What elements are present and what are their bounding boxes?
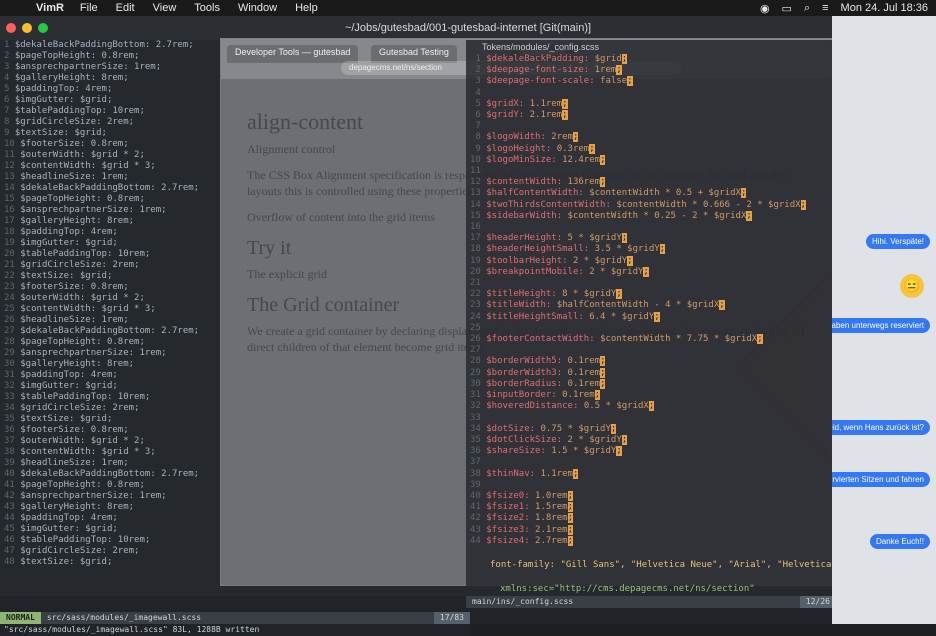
chat-window: 😑 Hihi. Verspäte! Und ja, wir haben unter… — [832, 16, 936, 624]
code-line: 33 — [470, 412, 487, 423]
code-line: 27 — [470, 345, 487, 356]
menu-file[interactable]: File — [80, 2, 98, 14]
code-line: 25 — [470, 322, 487, 333]
code-line: 11 — [470, 166, 487, 177]
chat-message[interactable]: Und ja, wir haben unterwegs reserviert — [832, 318, 930, 333]
vim-position: 17/83 — [433, 612, 470, 624]
chat-message[interactable]: Hihi. Verspäte! — [865, 234, 930, 249]
window-title: ~/Jobs/gutesbad/001-gutesbad-internet [G… — [344, 22, 592, 34]
menu-help[interactable]: Help — [295, 2, 318, 14]
code-line: 40 $fsize0: 1.0rem; — [470, 490, 573, 501]
code-area[interactable]: 1 $dekaleBackPadding: $grid; 2 $deepage-… — [466, 54, 836, 547]
code-line: 37 — [470, 457, 487, 468]
code-line: 16 — [470, 222, 487, 233]
zoom-button[interactable] — [38, 23, 48, 33]
vim-statusline-right: main/ins/_config.scss 12/26 — [466, 596, 836, 608]
wifi-icon[interactable]: ◉ — [760, 2, 770, 15]
menu-bar: VimR File Edit View Tools Window Help ◉ … — [0, 0, 936, 16]
status-area: ◉ ▭ ⌕ ≡ Mon 24. Jul 18:36 — [760, 2, 928, 15]
code-line: 19 $toolbarHeight: 2 * $gridY; — [470, 255, 633, 266]
search-icon[interactable]: ⌕ — [804, 2, 810, 15]
code-line: 5 $gridX: 1.1rem; — [470, 98, 568, 109]
code-line: 1 $dekaleBackPadding: $grid; — [470, 54, 628, 64]
code-line: 13 $halfContentWidth: $contentWidth * 0.… — [470, 188, 747, 199]
code-line: 17 $headerHeight: 5 * $gridY; — [470, 233, 628, 244]
vim-position: 12/26 — [799, 596, 836, 608]
code-line: 29 $borderWidth3: 0.1rem; — [470, 367, 606, 378]
code-line: 15 $sidebarWidth: $contentWidth * 0.25 -… — [470, 210, 752, 221]
code-line: 4 — [470, 87, 487, 98]
code-line: 42 $fsize2: 1.8rem; — [470, 513, 573, 524]
control-center-icon[interactable]: ≡ — [822, 2, 828, 14]
emoji-icon: 😑 — [900, 274, 924, 298]
code-line: 18 $headerHeightSmall: 3.5 * $gridY; — [470, 244, 666, 255]
code-line: 26 $footerContactWidth: $contentWidth * … — [470, 334, 763, 345]
code-line: 36 $shareSize: 1.5 * $gridY; — [470, 446, 622, 457]
vim-cmdline[interactable]: "src/sass/modules/_imagewall.scss" 83L, … — [0, 624, 470, 636]
chat-message[interactable]: Noch schnell reservierten Sitzen und fah… — [832, 472, 930, 487]
vim-statusline-left: NORMAL src/sass/modules/_imagewall.scss … — [0, 612, 470, 624]
code-line: 44 $fsize4: 2.7rem; — [470, 535, 573, 546]
vim-filename: src/sass/modules/_imagewall.scss — [46, 613, 202, 622]
menu-tools[interactable]: Tools — [194, 2, 220, 14]
code-line: 30 $borderRadius: 0.1rem; — [470, 378, 606, 389]
code-line: 7 — [470, 121, 487, 132]
close-button[interactable] — [6, 23, 16, 33]
code-line: 35 $dotClickSize: 2 * $gridY; — [470, 434, 628, 445]
code-line: 24 $titleHeightSmall: 6.4 * $gridY; — [470, 311, 660, 322]
code-line: 2 $deepage-font-size: 1rem; — [470, 65, 622, 76]
vim-filename: main/ins/_config.scss — [472, 597, 574, 606]
chat-message[interactable]: Danke Euch!! — [869, 534, 930, 549]
code-line: 10 $logoMinSize: 12.4rem; — [470, 154, 606, 165]
code-line: 28 $borderWidth5: 0.1rem; — [470, 356, 606, 367]
battery-icon[interactable]: ▭ — [782, 2, 792, 15]
code-line: 38 $thinNav: 1.1rem; — [470, 468, 579, 479]
code-line: 9 $logoHeight: 0.3rem; — [470, 143, 595, 154]
code-snippet: xmlns:sec="http://cms.depagecms.net/ns/s… — [500, 584, 755, 594]
code-line: 41 $fsize1: 1.5rem; — [470, 502, 573, 513]
code-line: 34 $dotSize: 0.75 * $gridY; — [470, 423, 617, 434]
minimize-button[interactable] — [22, 23, 32, 33]
code-line: 12 $contentWidth: 136rem; — [470, 177, 606, 188]
browser-tab-1[interactable]: Developer Tools — gutesbad — [227, 45, 359, 63]
traffic-lights — [6, 23, 48, 33]
menu-window[interactable]: Window — [238, 2, 277, 14]
vim-right-pane[interactable]: Tokens/modules/_config.scss 1 $dekaleBac… — [466, 40, 836, 600]
code-line: 31 $inputBorder: 0.1rem; — [470, 390, 601, 401]
code-line: 14 $twoThirdsContentWidth: $contentWidth… — [470, 199, 806, 210]
code-line: 6 $gridY: 2.1rem; — [470, 110, 568, 121]
code-line: 8 $logoWidth: 2rem; — [470, 132, 579, 143]
code-line: 20 $breakpointMobile: 2 * $gridY; — [470, 266, 649, 277]
code-line: 32 $hoveredDistance: 0.5 * $gridX; — [470, 401, 655, 412]
code-line: 21 — [470, 278, 487, 289]
app-menu[interactable]: VimR — [36, 2, 64, 14]
code-line: 22 $titleHeight: 8 * $gridY; — [470, 289, 622, 300]
clock[interactable]: Mon 24. Jul 18:36 — [841, 2, 928, 14]
code-line: 3 $deepage-font-scale: false; — [470, 76, 633, 87]
code-line: 43 $fsize3: 2.1rem; — [470, 524, 573, 535]
vim-mode: NORMAL — [0, 612, 41, 624]
menu-view[interactable]: View — [153, 2, 177, 14]
code-line: 39 — [470, 479, 487, 490]
editor-tab-title[interactable]: Tokens/modules/_config.scss — [466, 40, 836, 54]
chat-message[interactable]: Sagst du Bescheid, wenn Hans zurück ist? — [832, 420, 930, 435]
menu-edit[interactable]: Edit — [116, 2, 135, 14]
code-line: 23 $titleWidth: $halfContentWidth - 4 * … — [470, 300, 725, 311]
